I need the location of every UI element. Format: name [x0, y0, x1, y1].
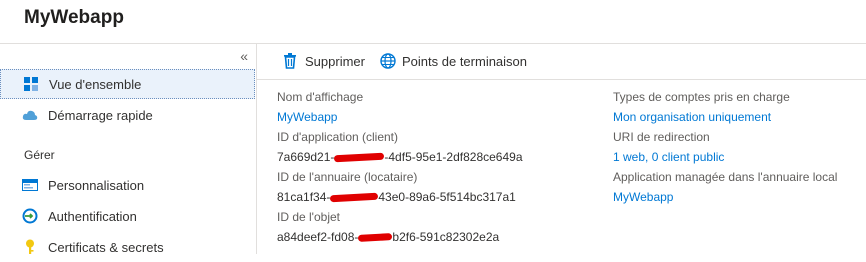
- managed-app-property: Application managée dans l'annuaire loca…: [613, 169, 837, 205]
- section-heading-manage: Gérer: [24, 148, 55, 162]
- sidebar-item-label: Démarrage rapide: [48, 107, 153, 123]
- object-id-property: ID de l'objet a84deef2-fd08- b2f6-591c823…: [277, 209, 499, 245]
- overview-icon: [23, 76, 39, 92]
- directory-id-value: 81ca1f34- 43e0-89a6-5f514bc317a1: [277, 189, 516, 205]
- account-types-label: Types de comptes pris en charge: [613, 90, 790, 104]
- redaction-mark: [334, 153, 385, 163]
- sidebar-item-label: Authentification: [48, 208, 137, 224]
- redaction-mark: [330, 193, 379, 203]
- managed-app-link[interactable]: MyWebapp: [613, 189, 837, 205]
- redaction-mark: [358, 233, 393, 243]
- endpoints-label: Points de terminaison: [402, 53, 528, 69]
- command-bar: Supprimer Points de terminaison: [257, 44, 866, 80]
- directory-id-prefix: 81ca1f34-: [277, 190, 331, 204]
- application-id-value: 7a669d21- -4df5-95e1-2df828ce649a: [277, 149, 523, 165]
- redirect-uri-label: URI de redirection: [613, 130, 710, 144]
- redirect-uri-property: URI de redirection 1 web, 0 client publi…: [613, 129, 724, 165]
- application-id-label: ID d'application (client): [277, 130, 399, 144]
- display-name-label: Nom d'affichage: [277, 90, 364, 104]
- delete-label: Supprimer: [305, 53, 365, 69]
- cloud-icon: [22, 107, 38, 123]
- sidebar-item-authentication[interactable]: Authentification: [0, 201, 255, 231]
- redirect-uri-link[interactable]: 1 web, 0 client public: [613, 149, 724, 165]
- page-title: MyWebapp: [24, 7, 124, 28]
- delete-button[interactable]: Supprimer: [283, 53, 365, 69]
- object-id-label: ID de l'objet: [277, 210, 340, 224]
- sidebar-item-label: Vue d'ensemble: [49, 76, 142, 92]
- endpoints-button[interactable]: Points de terminaison: [380, 53, 527, 69]
- branding-icon: [22, 177, 38, 193]
- sidebar-item-label: Certificats & secrets: [48, 239, 164, 255]
- account-types-link[interactable]: Mon organisation uniquement: [613, 109, 790, 125]
- account-types-property: Types de comptes pris en charge Mon orga…: [613, 89, 790, 125]
- key-icon: [22, 239, 38, 255]
- application-id-suffix: -4df5-95e1-2df828ce649a: [384, 150, 523, 164]
- sidebar-item-certificates-secrets[interactable]: Certificats & secrets: [0, 232, 255, 262]
- display-name-property: Nom d'affichage MyWebapp: [277, 89, 363, 125]
- globe-icon: [380, 53, 396, 69]
- object-id-prefix: a84deef2-fd08-: [277, 230, 359, 244]
- sidebar-item-label: Personnalisation: [48, 177, 145, 193]
- sidebar-item-quickstart[interactable]: Démarrage rapide: [0, 100, 255, 130]
- authentication-icon: [22, 208, 38, 224]
- directory-id-property: ID de l'annuaire (locataire) 81ca1f34- 43…: [277, 169, 516, 205]
- sidebar-item-branding[interactable]: Personnalisation: [0, 170, 255, 200]
- directory-id-label: ID de l'annuaire (locataire): [277, 170, 418, 184]
- application-id-property: ID d'application (client) 7a669d21- -4df5…: [277, 129, 523, 165]
- sidebar-item-overview[interactable]: Vue d'ensemble: [0, 69, 255, 99]
- object-id-suffix: b2f6-591c82302e2a: [392, 230, 500, 244]
- header: MyWebapp: [0, 0, 866, 44]
- display-name-link[interactable]: MyWebapp: [277, 109, 363, 125]
- sidebar: « Vue d'ensemble Démarrage rapide Gérer …: [0, 44, 257, 255]
- managed-app-label: Application managée dans l'annuaire loca…: [613, 170, 838, 184]
- collapse-sidebar-button[interactable]: «: [240, 48, 248, 64]
- application-id-prefix: 7a669d21-: [277, 150, 335, 164]
- directory-id-suffix: 43e0-89a6-5f514bc317a1: [378, 190, 516, 204]
- object-id-value: a84deef2-fd08- b2f6-591c82302e2a: [277, 229, 499, 245]
- trash-icon: [283, 53, 299, 69]
